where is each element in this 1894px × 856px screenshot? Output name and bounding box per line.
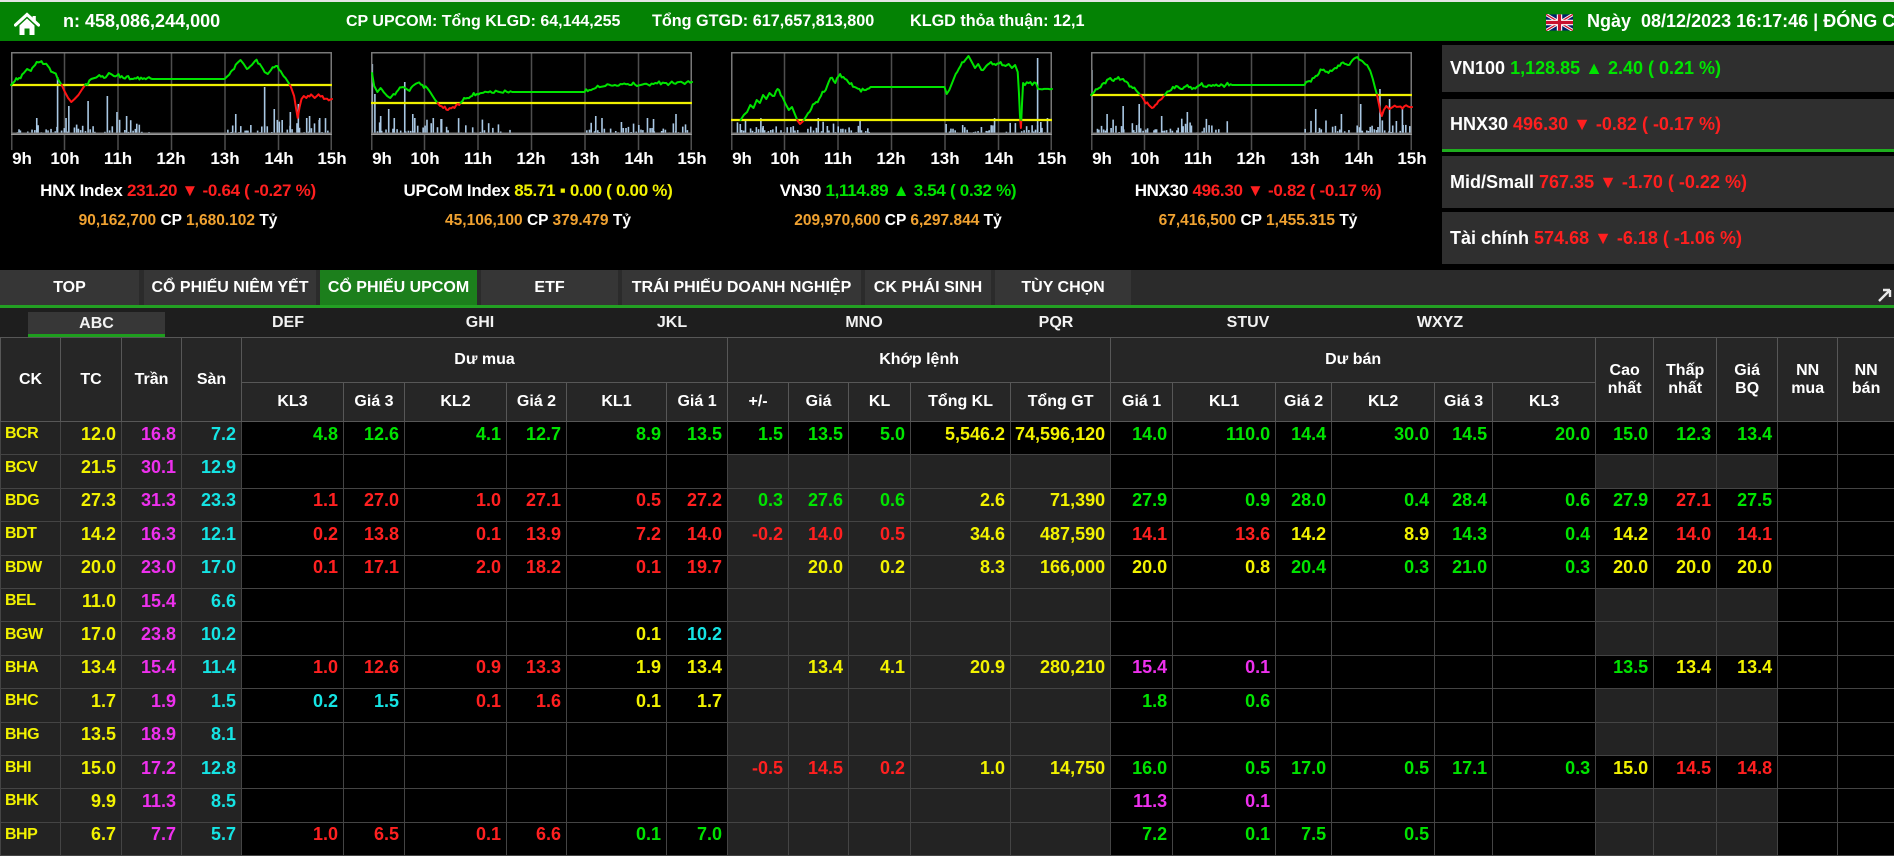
svg-text:12h: 12h [1236,149,1265,168]
svg-text:10h: 10h [1130,149,1159,168]
svg-text:13h: 13h [210,149,239,168]
svg-text:13h: 13h [1290,149,1319,168]
svg-text:9h: 9h [372,149,392,168]
svg-text:10h: 10h [770,149,799,168]
svg-text:14h: 14h [1344,149,1373,168]
svg-text:15h: 15h [1037,149,1066,168]
svg-text:14h: 14h [984,149,1013,168]
svg-text:14h: 14h [624,149,653,168]
svg-text:9h: 9h [732,149,752,168]
svg-text:10h: 10h [410,149,439,168]
svg-text:12h: 12h [516,149,545,168]
svg-text:15h: 15h [317,149,346,168]
svg-text:10h: 10h [50,149,79,168]
svg-text:13h: 13h [930,149,959,168]
svg-text:9h: 9h [1092,149,1112,168]
svg-text:11h: 11h [824,149,852,168]
svg-text:14h: 14h [264,149,293,168]
svg-text:13h: 13h [570,149,599,168]
svg-text:12h: 12h [876,149,905,168]
svg-text:11h: 11h [464,149,492,168]
svg-text:12h: 12h [156,149,185,168]
svg-text:15h: 15h [1397,149,1426,168]
svg-text:11h: 11h [104,149,132,168]
svg-text:9h: 9h [12,149,32,168]
svg-text:15h: 15h [677,149,706,168]
svg-text:11h: 11h [1184,149,1212,168]
